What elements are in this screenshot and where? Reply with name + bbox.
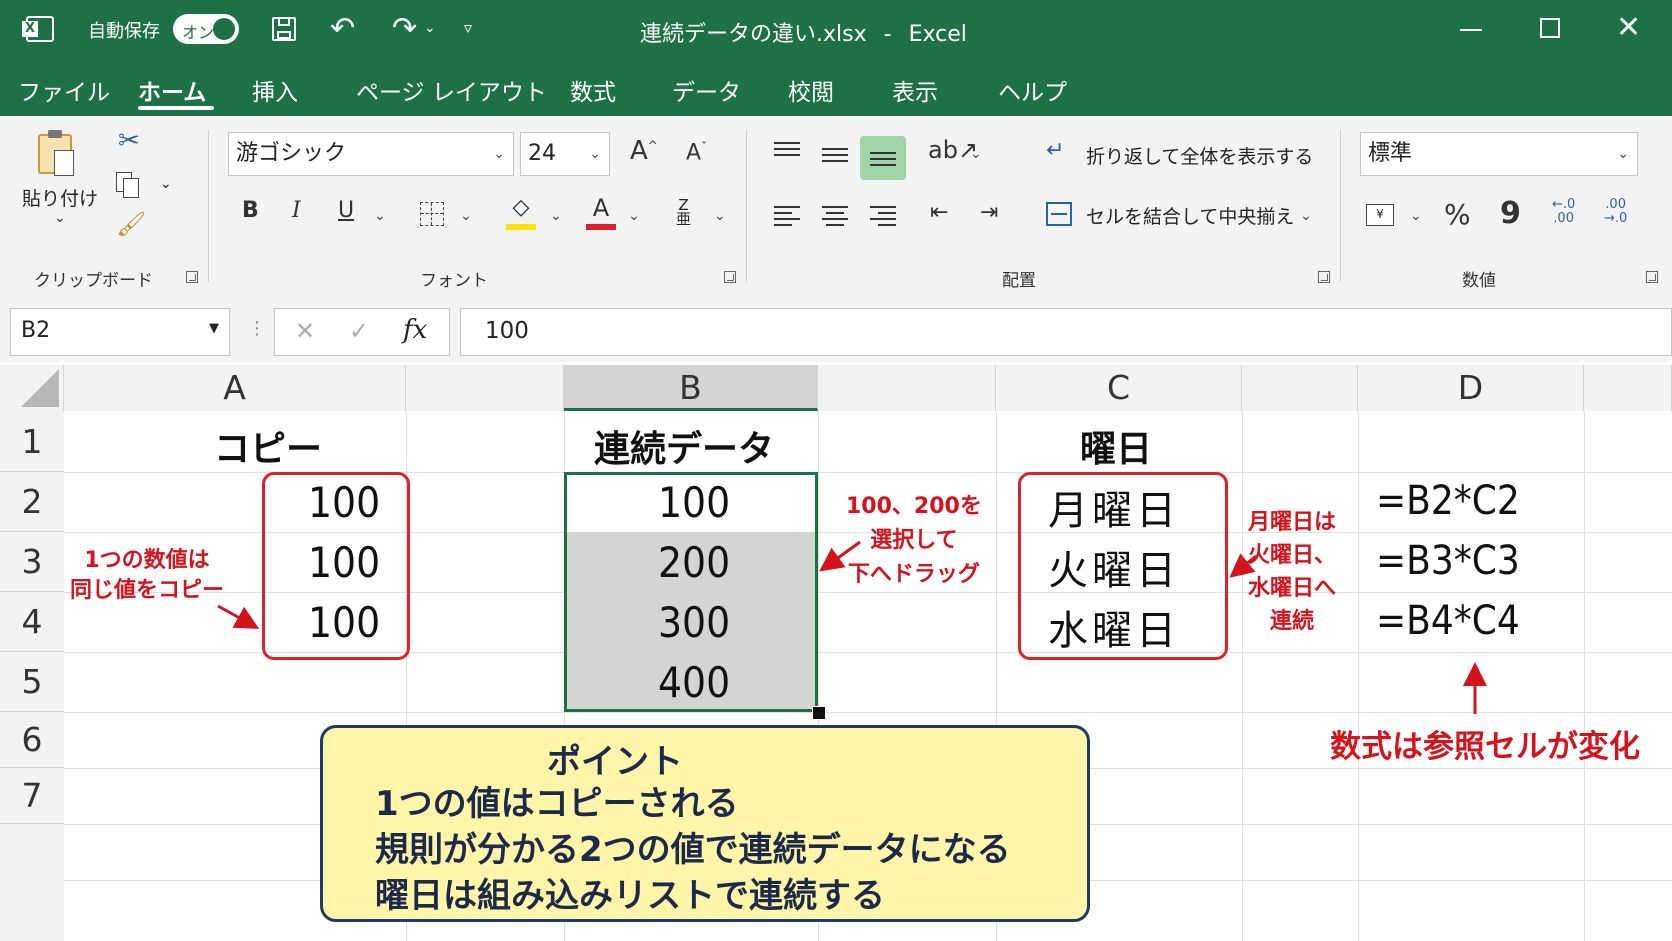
arrow-icon xyxy=(217,604,260,629)
arrow-icon xyxy=(1229,553,1257,578)
point-callout: ポイント 1つの値はコピーされる 規則が分かる2つの値で連続データになる 曜日は… xyxy=(320,725,1090,922)
arrow-icon xyxy=(819,540,861,572)
point-line: 規則が分かる2つの値で連続データになる xyxy=(375,830,1011,870)
point-line: 曜日は組み込みリストで連続する xyxy=(375,876,885,916)
point-line: 1つの値はコピーされる xyxy=(375,784,739,824)
